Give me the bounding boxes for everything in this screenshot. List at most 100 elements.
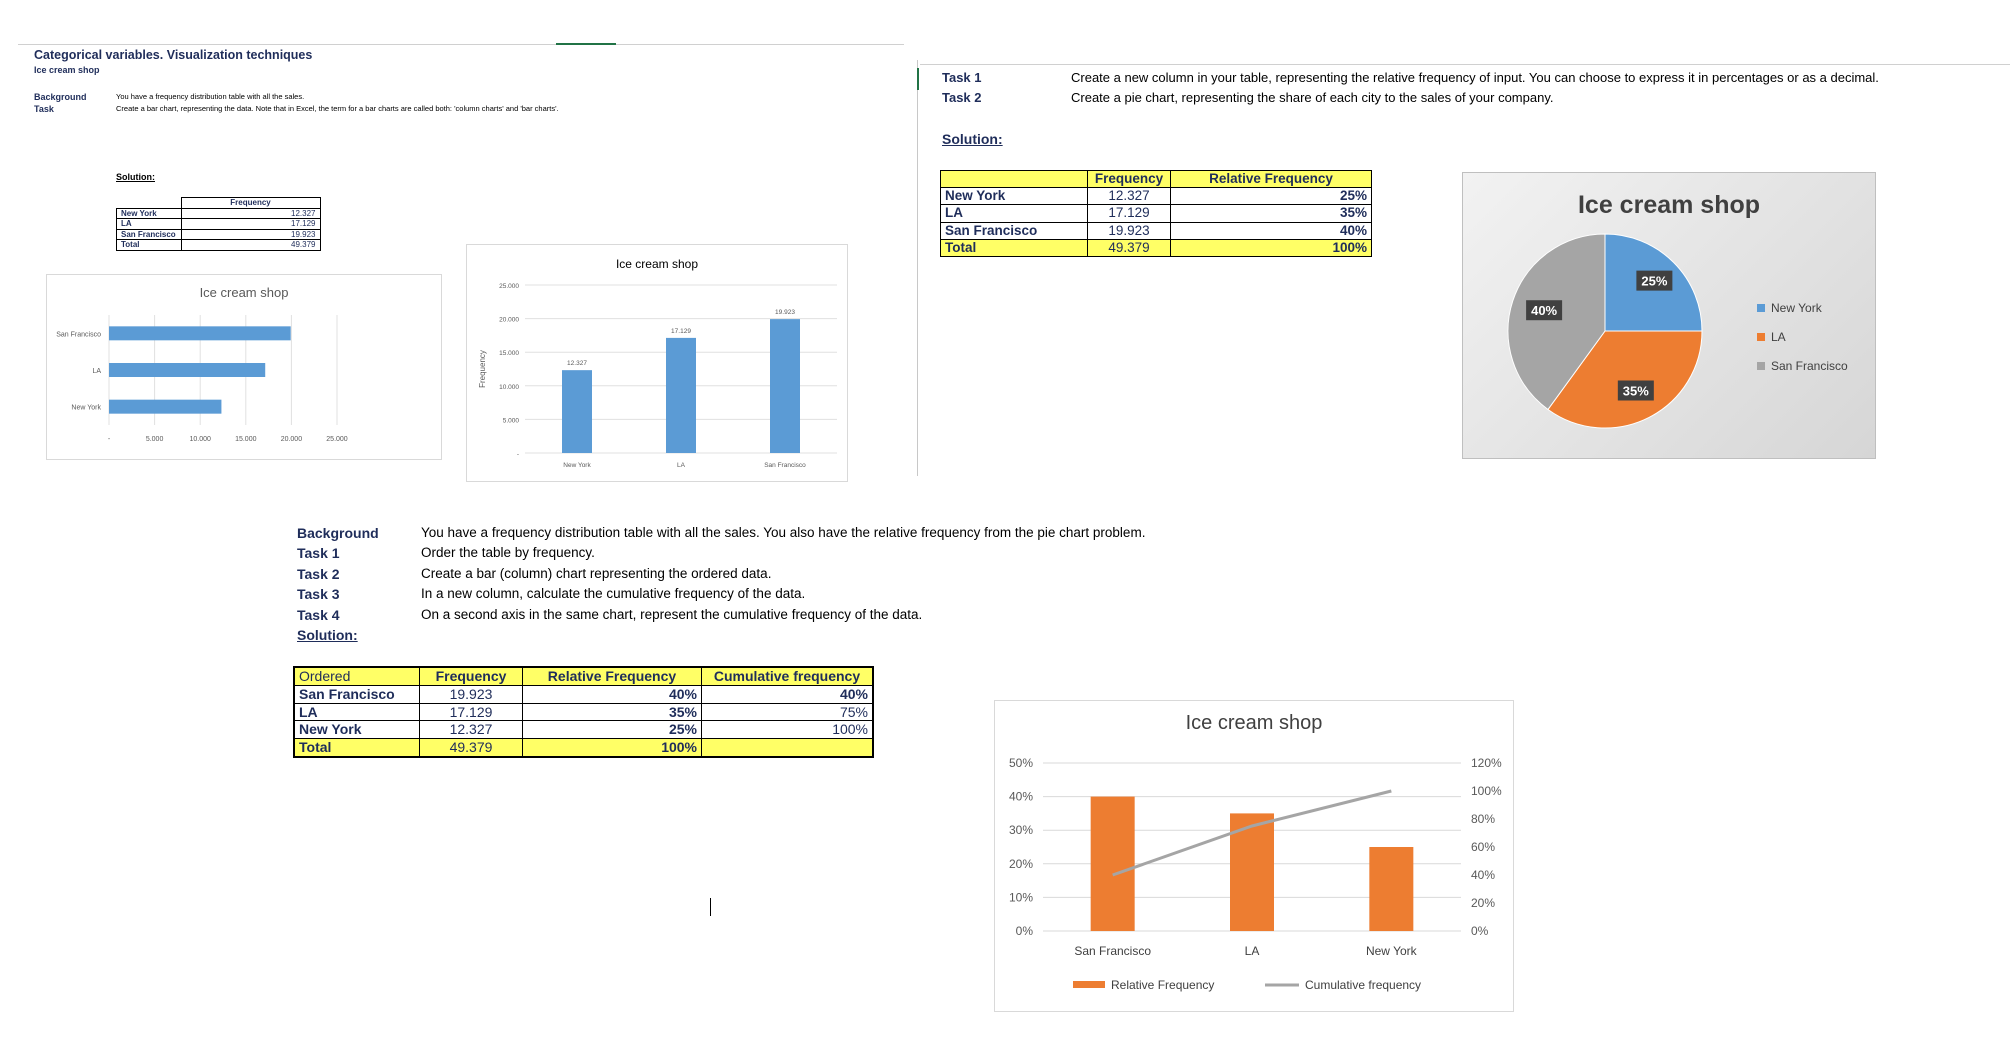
category-label: San Francisco [56, 331, 101, 338]
header-frequency: Frequency [1087, 169, 1171, 189]
sheet3-task4-label: Task 4 [297, 607, 340, 623]
chart-title: Ice cream shop [1186, 712, 1323, 734]
tick-label-right: 0% [1471, 924, 1489, 938]
table-row: New York 12.327 25% [940, 187, 1372, 206]
table-row: San Francisco 19.923 40% 40% [293, 684, 874, 704]
sheet3-solution-label: Solution: [297, 627, 358, 643]
tick-label: 25.000 [326, 436, 348, 443]
legend-label: San Francisco [1771, 359, 1848, 373]
tick-label-left: 50% [1009, 756, 1033, 770]
sheet2-frequency-table: Frequency Relative Frequency New York 12.… [940, 169, 1372, 257]
sheet1-task-label: Task [34, 104, 54, 114]
chart-title: Ice cream shop [616, 257, 698, 271]
bar [109, 399, 222, 414]
tick-label: - [108, 436, 111, 443]
sheet3-task3-text: In a new column, calculate the cumulativ… [421, 586, 806, 601]
bar [562, 370, 592, 453]
sheet2-solution-label: Solution: [942, 131, 1003, 147]
vbar-chart-svg: Ice cream shop - 5.000 10.000 15.000 20.000 25… [478, 257, 837, 469]
tick-label: 10.000 [499, 384, 519, 391]
bar [109, 326, 291, 341]
sheet3-background-label: Background [297, 525, 379, 541]
data-label: 25% [1641, 274, 1667, 289]
bar [1090, 796, 1135, 931]
category-label: San Francisco [1074, 944, 1151, 958]
hbar-chart[interactable]: Ice cream shop - 5.000 10.000 15.000 20.000 25… [46, 274, 442, 460]
tick-label: 20.000 [281, 436, 303, 443]
sheet3-task1-text: Order the table by frequency. [421, 545, 595, 560]
sheet1-background-label: Background [34, 92, 87, 102]
table-row: Total 49.379 [116, 239, 321, 251]
tick-label-left: 20% [1009, 857, 1033, 871]
tick-label: 5.000 [503, 417, 520, 424]
table-row: San Francisco 19.923 40% [940, 221, 1372, 240]
tick-label: 5.000 [146, 436, 164, 443]
category-label: LA [92, 368, 101, 375]
sheet1-subtitle: Ice cream shop [34, 65, 100, 75]
legend-label: LA [1771, 330, 1786, 344]
sheet1-selected-cell [556, 43, 616, 45]
sheet1-title: Categorical variables. Visualization tec… [34, 48, 313, 62]
sheet2-left-border [917, 60, 918, 476]
sheet3-task2-text: Create a bar (column) chart representing… [421, 566, 772, 581]
header-relative-frequency: Relative Frequency [1170, 169, 1372, 189]
table-row: Total 49.379 100% [293, 738, 874, 758]
table-row: LA 17.129 35% [940, 204, 1372, 223]
header-ordered: Ordered [293, 666, 420, 686]
legend-label: Relative Frequency [1111, 978, 1214, 992]
tick-label: - [517, 451, 519, 458]
bar [1369, 847, 1414, 931]
tick-label: 15.000 [499, 350, 519, 357]
y-axis-label: Frequency [478, 350, 487, 388]
table-row: LA 17.129 [116, 218, 321, 230]
sheet1-background-text: You have a frequency distribution table … [116, 92, 305, 101]
sheet1-task-text: Create a bar chart, representing the dat… [116, 104, 559, 113]
legend-swatch [1757, 362, 1765, 370]
legend-label: Cumulative frequency [1305, 978, 1421, 992]
header-relative-frequency: Relative Frequency [522, 666, 702, 686]
category-label: New York [563, 462, 591, 469]
legend-swatch [1757, 304, 1765, 312]
sheet3-ordered-table: Ordered Frequency Relative Frequency Cum… [293, 666, 874, 758]
bar [109, 363, 266, 377]
category-label: LA [677, 462, 686, 469]
tick-label-left: 40% [1009, 790, 1033, 804]
table-row: LA 17.129 35% 75% [293, 702, 874, 722]
sheet1-header-line [18, 44, 904, 45]
sheet3-task3-label: Task 3 [297, 586, 340, 602]
category-label: San Francisco [764, 462, 806, 469]
vbar-chart[interactable]: Ice cream shop - 5.000 10.000 15.000 20.000 25… [466, 244, 848, 482]
tick-label-left: 0% [1016, 924, 1034, 938]
sheet2-task1-label: Task 1 [942, 70, 982, 85]
tick-label-left: 10% [1009, 890, 1033, 904]
combo-chart-svg: Ice cream shop 0% 10% 20% 30% 40% 50% 0% 20% 40% 6… [1009, 712, 1502, 992]
tick-label: 20.000 [499, 317, 519, 324]
tick-label: 25.000 [499, 283, 519, 290]
sheet3-background-text: You have a frequency distribution table … [421, 525, 1146, 540]
chart-title: Ice cream shop [200, 285, 289, 300]
sheet2-task2-text: Create a pie chart, representing the sha… [1071, 90, 1554, 105]
sheet3-task2-label: Task 2 [297, 566, 340, 582]
tick-label-right: 120% [1471, 756, 1502, 770]
tick-label-right: 80% [1471, 812, 1495, 826]
legend-swatch [1757, 333, 1765, 341]
tick-label-right: 40% [1471, 868, 1495, 882]
tick-label-right: 60% [1471, 840, 1495, 854]
legend-swatch [1073, 981, 1105, 988]
tick-label-right: 20% [1471, 896, 1495, 910]
pie-chart[interactable]: Ice cream shop 25% 35% 40% New York LA San Fra… [1462, 172, 1876, 459]
sheet2-task1-text: Create a new column in your table, repre… [1071, 70, 1879, 85]
data-label: 40% [1531, 303, 1557, 318]
data-label: 12.327 [567, 360, 587, 367]
category-label: New York [71, 405, 101, 412]
bar [770, 319, 800, 453]
header-frequency: Frequency [419, 666, 523, 686]
sheet1-frequency-table: Frequency New York 12.327 LA 17.129 San Fr… [116, 197, 321, 251]
legend-label: New York [1771, 301, 1823, 315]
pie-chart-svg: Ice cream shop 25% 35% 40% New York LA San Fra… [1507, 191, 1848, 429]
table-row: Total 49.379 100% [940, 238, 1372, 257]
tick-label-right: 100% [1471, 784, 1502, 798]
header-cumulative-frequency: Cumulative frequency [701, 666, 874, 686]
sheet2-top-line [920, 64, 2010, 65]
combo-chart[interactable]: Ice cream shop 0% 10% 20% 30% 40% 50% 0% 20% 40% 6… [994, 700, 1514, 1012]
